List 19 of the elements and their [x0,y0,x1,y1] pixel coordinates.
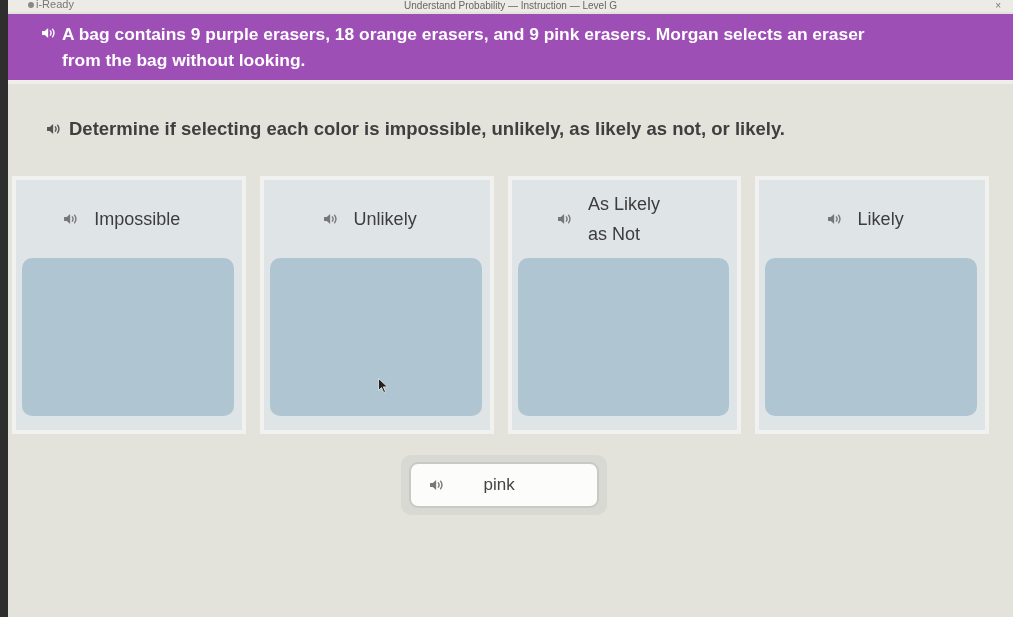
category-label: Unlikely [353,208,417,231]
category-label: Impossible [94,208,181,231]
app-logo: i-Ready [36,0,74,10]
answer-chip[interactable]: pink [408,462,599,508]
logo-icon [28,1,34,8]
speaker-icon[interactable] [41,27,56,39]
speaker-icon[interactable] [46,123,61,135]
close-button[interactable]: × [993,1,1003,11]
speaker-icon[interactable] [428,479,444,491]
prompt-text: A bag contains 9 purple erasers, 18 orange erasers, and 9 pink erasers. Morgan selects an eraser from the bag without looking. [62,23,866,72]
speaker-icon[interactable] [556,213,572,225]
speaker-icon[interactable] [826,213,842,225]
speaker-icon[interactable] [63,213,79,225]
instruction-text: Determine if selecting each color is impossible, unlikely, as likely as not, or likely. [69,118,785,140]
speaker-icon[interactable] [322,213,338,225]
mouse-pointer-icon [377,378,388,393]
category-label: As Likely as Not [587,193,661,246]
window-title: Understand Probability — Instruction — Level G [404,0,617,11]
category-label: Likely [857,208,904,231]
